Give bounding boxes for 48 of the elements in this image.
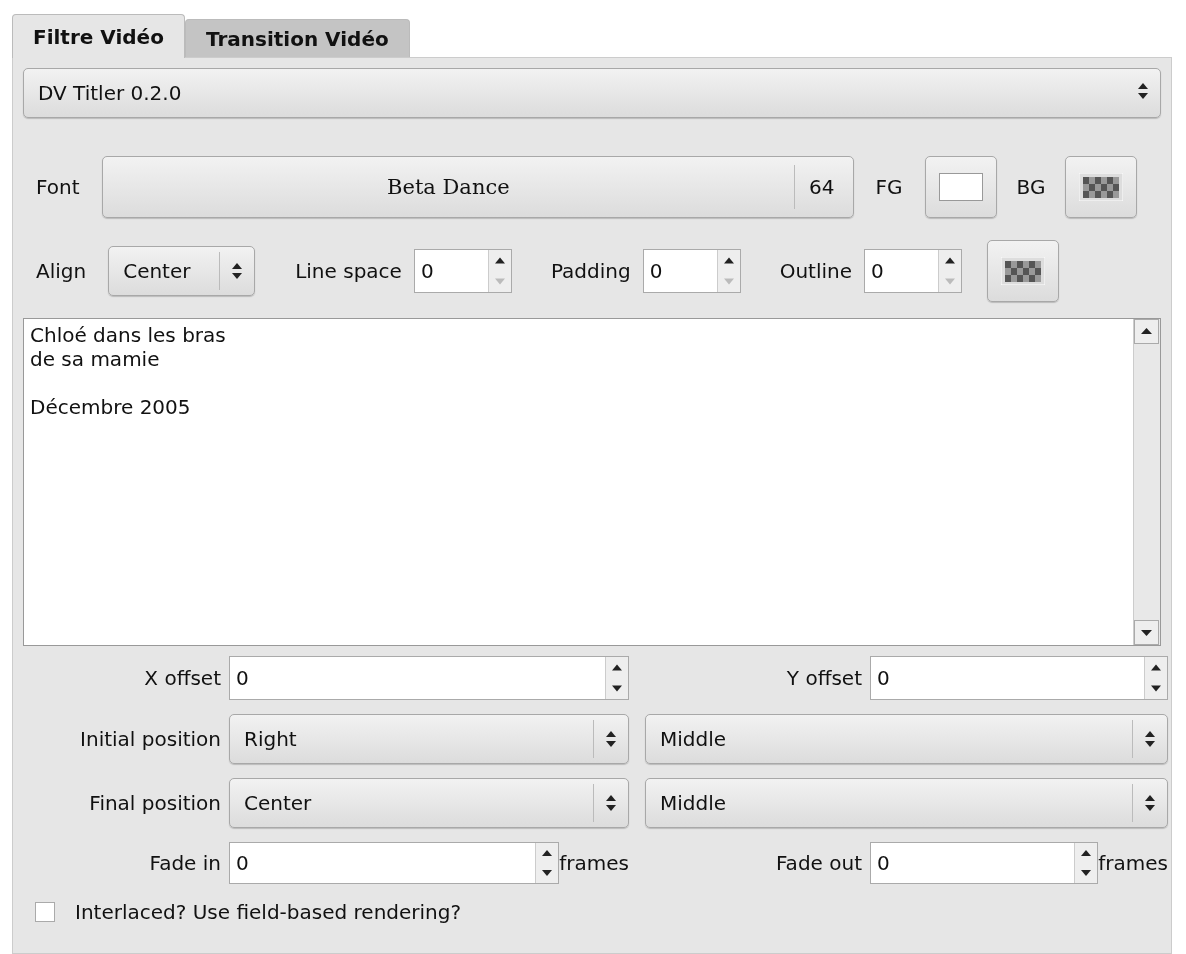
swatch-icon [938,173,983,201]
text-area[interactable]: Chloé dans les bras de sa mamie Décembre 2005 [23,318,1161,646]
position-dropdown[interactable]: Center [229,778,629,828]
tab[interactable]: Transition Vidéo [184,19,410,57]
unit-label: frames [1098,851,1168,875]
field-label: Line space [295,259,402,283]
color-button[interactable] [1065,156,1138,218]
field-label: X offset [143,666,221,690]
spin-field[interactable]: 0 [864,249,962,293]
effect-dropdown[interactable]: DV Titler 0.2.0 [23,68,1161,118]
scroll-down-icon[interactable] [1134,620,1159,645]
checkbox-label: Interlaced? Use field-based rendering? [75,900,462,924]
spin-field[interactable]: 0 [870,656,1168,700]
field-label: Fade in [148,851,221,875]
updown-arrows-icon [1143,794,1157,812]
color-button[interactable] [987,240,1059,302]
updown-arrows-icon [1143,730,1157,748]
position-dropdown[interactable]: Right [229,714,629,764]
field-label: Initial position [79,727,221,751]
tab[interactable]: Filtre Vidéo [12,14,185,58]
spin-field[interactable]: 0 [229,842,560,884]
spin-field[interactable]: 0 [413,249,512,293]
unit-label: frames [559,851,629,875]
align-dropdown[interactable]: Center [108,246,256,296]
updown-arrows-icon [604,794,618,812]
updown-arrows-icon [604,730,618,748]
position-dropdown[interactable]: Middle [645,778,1168,828]
field-label: Font [36,175,80,199]
checkbox[interactable] [35,902,55,922]
field-label: Align [36,259,87,283]
field-label: Y offset [785,666,862,690]
spin-field[interactable]: 0 [642,249,741,293]
checker-icon [1079,173,1124,201]
color-button[interactable] [924,156,997,218]
spin-field[interactable]: 0 [229,656,629,700]
font-button[interactable]: Beta Dance 64 [101,156,854,218]
spin-field[interactable]: 0 [870,842,1099,884]
field-label: Outline [779,259,852,283]
updown-arrows-icon [1136,82,1150,100]
field-label: BG [1016,175,1046,199]
field-label: Final position [88,791,221,815]
field-label: Padding [550,259,631,283]
updown-arrows-icon [230,262,245,280]
position-dropdown[interactable]: Middle [645,714,1168,764]
field-label: FG [875,175,903,199]
field-label: Fade out [774,851,862,875]
scroll-up-icon[interactable] [1134,319,1159,344]
checker-icon [1001,257,1045,285]
